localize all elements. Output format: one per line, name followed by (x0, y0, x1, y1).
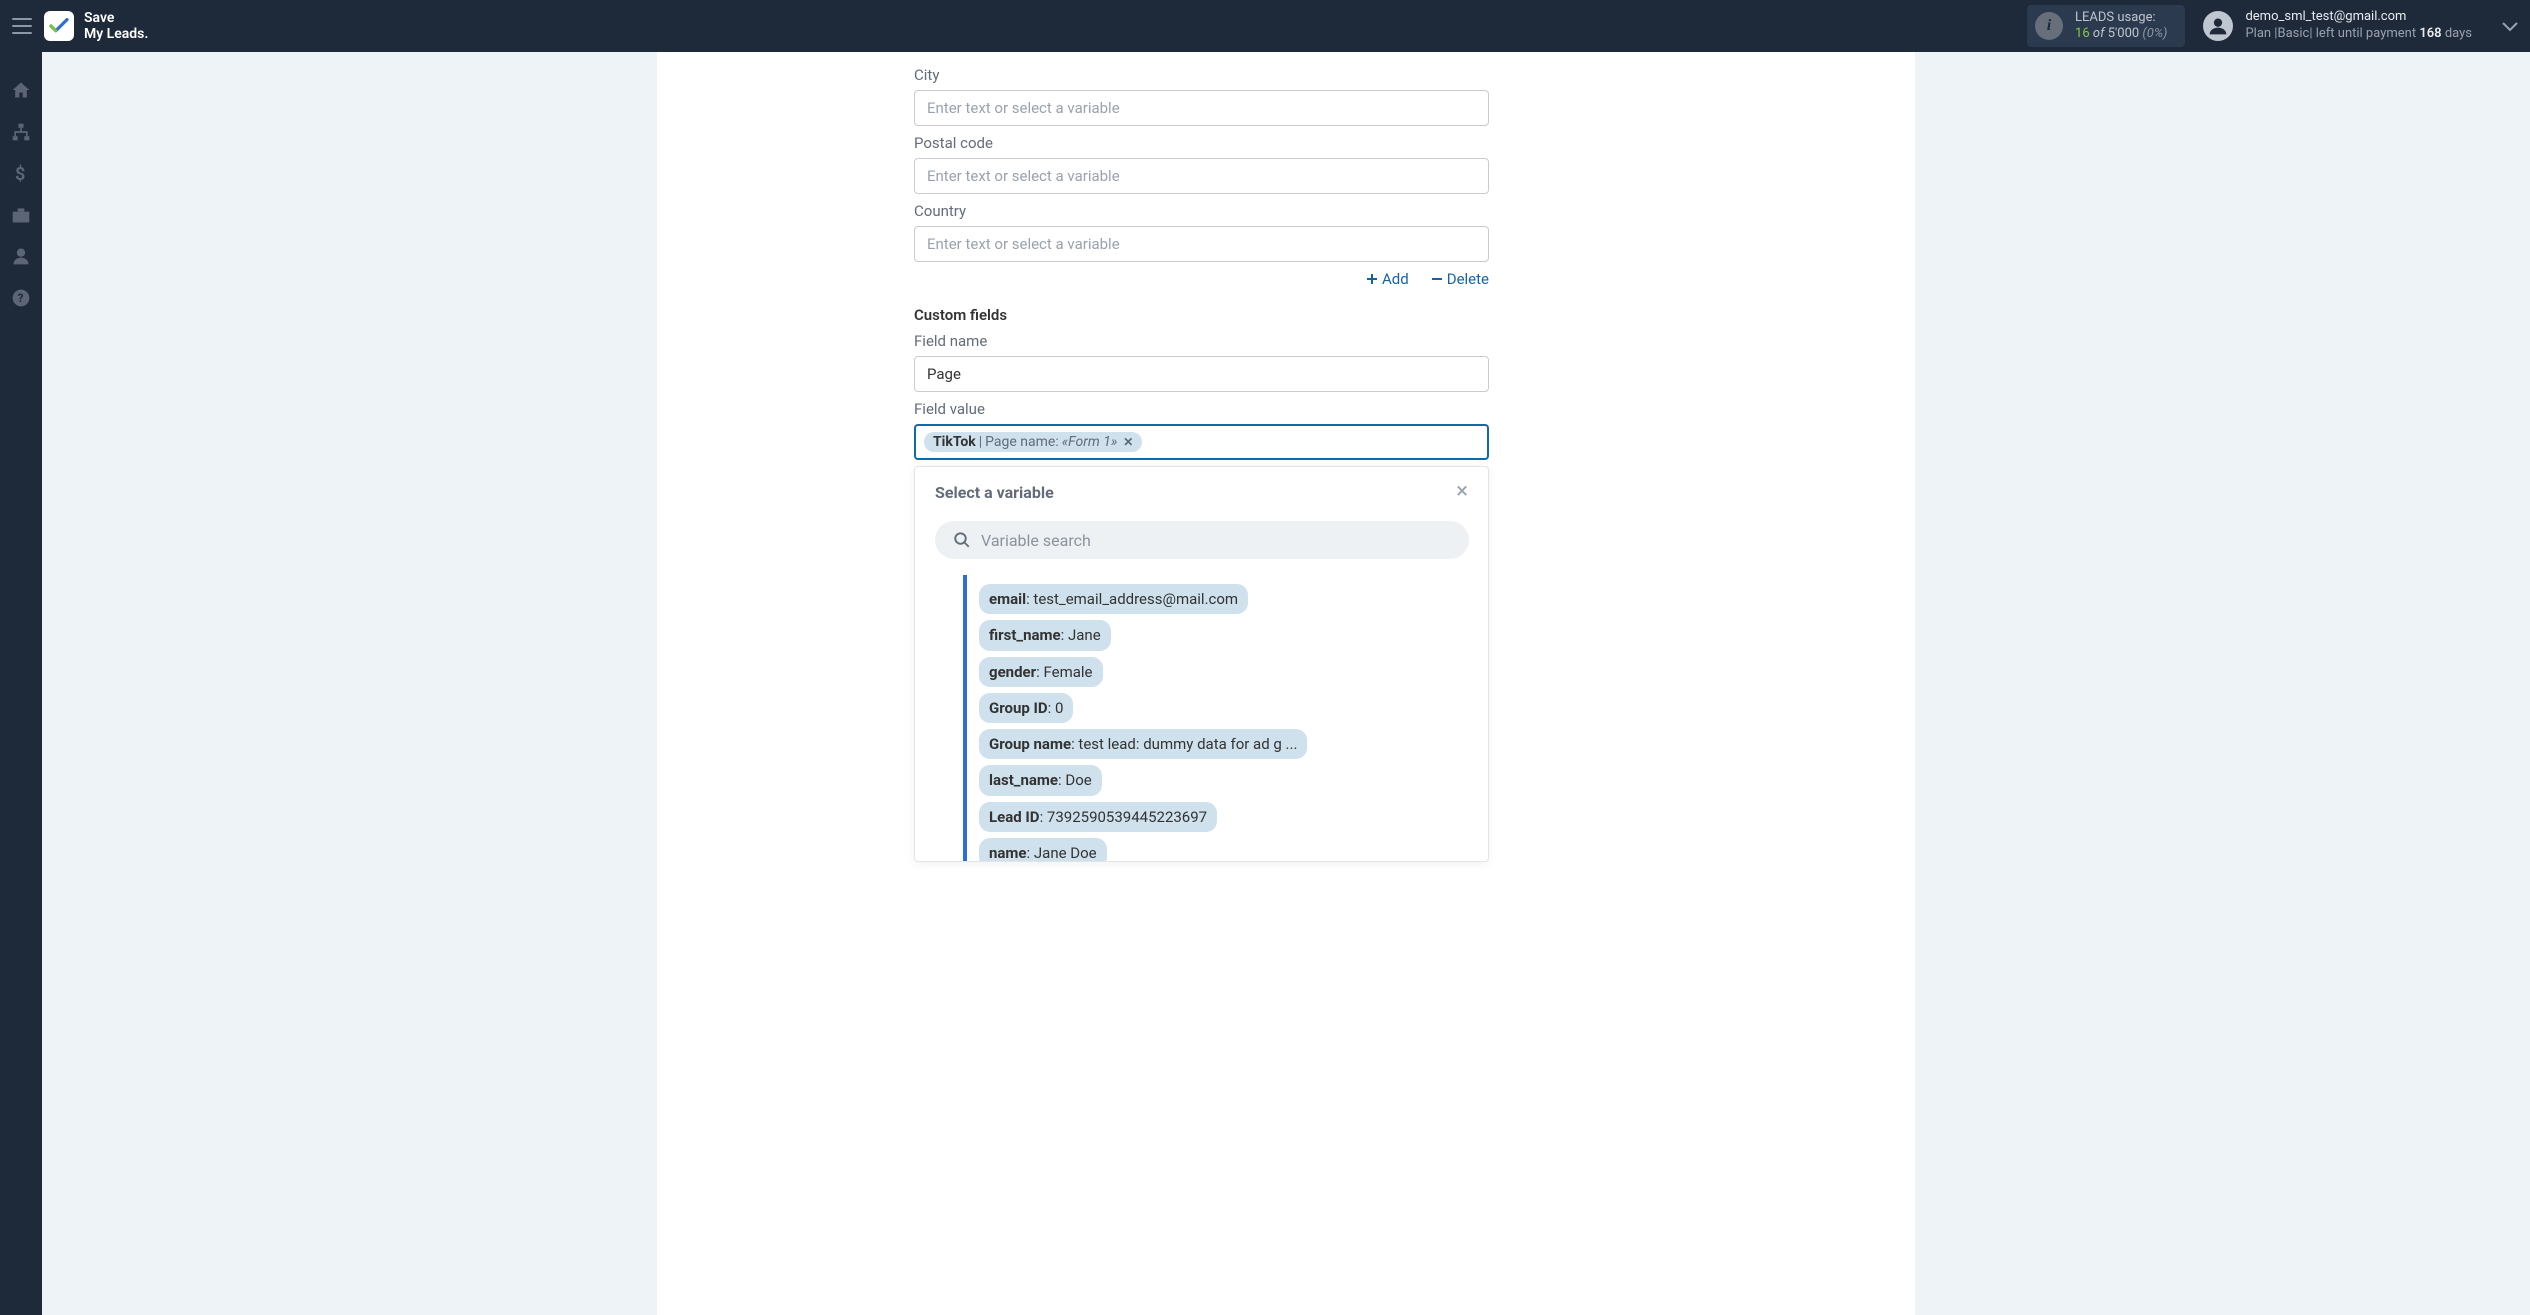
variable-option[interactable]: gender: Female (979, 657, 1103, 687)
help-icon[interactable]: ? (11, 288, 31, 308)
account-email: demo_sml_test@gmail.com (2245, 9, 2472, 26)
sitemap-icon[interactable] (11, 122, 31, 142)
variable-option[interactable]: Group ID: 0 (979, 693, 1073, 723)
country-input[interactable] (914, 226, 1489, 262)
plus-icon (1366, 273, 1378, 285)
city-input[interactable] (914, 90, 1489, 126)
briefcase-icon[interactable] (11, 206, 31, 224)
variable-search-input[interactable] (981, 531, 1451, 550)
add-button[interactable]: Add (1366, 270, 1409, 288)
dollar-icon[interactable]: $ (15, 164, 27, 184)
variable-list[interactable]: email: test_email_address@mail.com first_… (963, 575, 1476, 861)
header-bar: Save My Leads. i LEADS usage: 16 of 5'00… (0, 0, 2530, 52)
minus-icon (1431, 273, 1443, 285)
account-plan: Plan |Basic| left until payment 168 days (2245, 26, 2472, 43)
usage-total: 5'000 (2108, 26, 2140, 41)
variable-chip[interactable]: TikTok | Page name: «Form 1» ✕ (924, 432, 1142, 452)
custom-fields-heading: Custom fields (914, 306, 1489, 324)
variable-option[interactable]: last_name: Doe (979, 765, 1102, 795)
variable-option[interactable]: Lead ID: 7392590539445223697 (979, 802, 1217, 832)
city-label: City (914, 66, 1489, 84)
postal-code-label: Postal code (914, 134, 1489, 152)
field-value-label: Field value (914, 400, 1489, 418)
field-name-input[interactable] (914, 356, 1489, 392)
account-menu[interactable]: demo_sml_test@gmail.com Plan |Basic| lef… (2203, 9, 2518, 43)
brand-logo[interactable]: Save My Leads. (44, 10, 148, 42)
delete-button[interactable]: Delete (1431, 270, 1489, 288)
logo-badge-icon (44, 11, 74, 41)
variable-option[interactable]: name: Jane Doe (979, 838, 1107, 861)
close-icon[interactable]: × (1456, 481, 1468, 503)
avatar-icon (2203, 11, 2233, 41)
svg-text:$: $ (15, 164, 25, 184)
variable-option[interactable]: first_name: Jane (979, 620, 1111, 650)
chip-remove-icon[interactable]: ✕ (1123, 435, 1133, 449)
country-label: Country (914, 202, 1489, 220)
page-body: City Postal code Country Add Delete Cust… (42, 52, 2530, 1315)
content-panel: City Postal code Country Add Delete Cust… (657, 52, 1915, 1315)
usage-pct: (0%) (2142, 26, 2167, 41)
variable-option[interactable]: email: test_email_address@mail.com (979, 584, 1248, 614)
usage-of: of (2093, 26, 2105, 41)
variable-dropdown: Select a variable × email: test_email_ad… (914, 466, 1489, 862)
variable-search[interactable] (935, 521, 1469, 559)
brand-name: Save My Leads. (84, 10, 148, 42)
menu-toggle-icon[interactable] (12, 18, 32, 34)
variable-dropdown-title: Select a variable (935, 483, 1054, 502)
search-icon (953, 531, 971, 549)
chevron-down-icon[interactable] (2502, 17, 2518, 36)
field-value-input[interactable]: TikTok | Page name: «Form 1» ✕ (914, 424, 1489, 460)
variable-option[interactable]: Group name: test lead: dummy data for ad… (979, 729, 1307, 759)
home-icon[interactable] (11, 80, 31, 100)
usage-used: 16 (2075, 26, 2090, 41)
info-icon: i (2035, 12, 2063, 40)
postal-code-input[interactable] (914, 158, 1489, 194)
sidebar: $ ? (0, 52, 42, 1315)
user-icon[interactable] (11, 246, 31, 266)
field-name-label: Field name (914, 332, 1489, 350)
usage-indicator[interactable]: i LEADS usage: 16 of 5'000 (0%) (2027, 5, 2185, 48)
usage-label: LEADS usage: (2075, 10, 2167, 26)
svg-text:?: ? (18, 291, 24, 305)
